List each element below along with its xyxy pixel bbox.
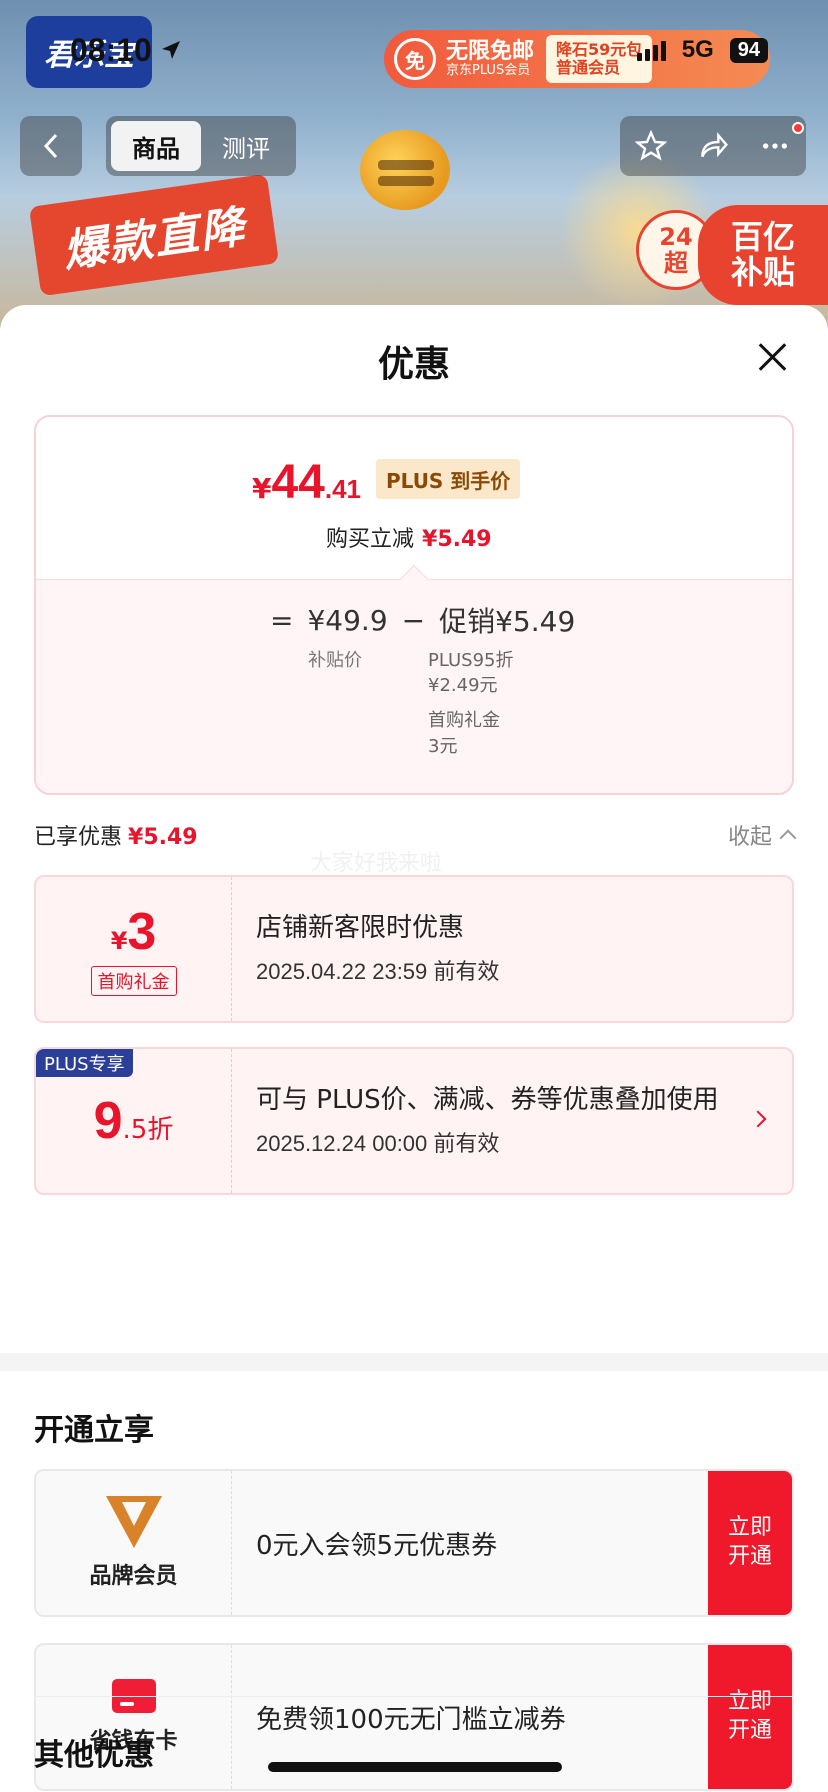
- subsidy-line2: 补贴: [730, 253, 795, 291]
- tab-review[interactable]: 测评: [201, 121, 291, 171]
- final-price: ¥ 44 .41: [252, 455, 361, 510]
- star-icon[interactable]: [635, 130, 667, 162]
- brand-member-card[interactable]: 品牌会员 0元入会领5元优惠券 立即开通: [34, 1469, 794, 1617]
- nav-tabs: 商品 测评: [106, 116, 296, 176]
- subsidy-badge-line1: 24: [659, 222, 693, 251]
- promo-item: PLUS95折 ¥2.49元: [428, 650, 514, 697]
- location-arrow-icon: [161, 41, 180, 59]
- coupon-title: 店铺新客限时优惠: [256, 913, 465, 944]
- open-now-button[interactable]: 立即开通: [708, 1471, 792, 1615]
- other-section-title: 其他优惠: [34, 1738, 154, 1773]
- subsidy-line1: 百亿: [730, 217, 795, 256]
- home-indicator[interactable]: [268, 1762, 562, 1772]
- promo-item: 首购礼金 3元: [428, 710, 500, 757]
- chevron-up-icon: [779, 829, 797, 847]
- billion-subsidy-tag: 百亿 补贴: [698, 205, 828, 305]
- sheet-title: 优惠: [377, 344, 450, 385]
- subsidy-price: ¥49.9: [307, 603, 388, 637]
- coupon-amount: ¥ 3: [110, 903, 157, 961]
- price-breakdown-card: ¥ 44 .41 PLUS 到手价 购买立减 ¥5.49 = ¥49.9 − 促销…: [34, 415, 794, 795]
- tab-product[interactable]: 商品: [111, 121, 201, 171]
- price-integer: 44: [271, 456, 325, 509]
- share-icon[interactable]: [697, 130, 729, 162]
- status-indicators: 5G 94: [636, 36, 768, 64]
- status-bar: 08:10 5G 94: [0, 0, 828, 100]
- plus-price-tag: PLUS 到手价: [376, 459, 521, 499]
- price-currency: ¥: [252, 472, 272, 505]
- open-now-button[interactable]: 立即开通: [708, 1645, 792, 1789]
- coupon-new-customer[interactable]: ¥ 3 首购礼金 店铺新客限时优惠 2025.04.22 23:59 前有效: [34, 875, 794, 1023]
- coupon-title: 可与 PLUS价、满减、券等优惠叠加使用: [256, 1085, 719, 1116]
- watermark: 大家好我来啦: [310, 851, 443, 876]
- network-type: 5G: [681, 36, 714, 63]
- coupon-amount: 9 .5折: [93, 1092, 174, 1150]
- subsidy-price-label: 补贴价: [308, 650, 362, 671]
- member-desc: 0元入会领5元优惠券: [256, 1530, 498, 1561]
- coupon-tag: 首购礼金: [90, 966, 177, 996]
- buy-reduce-value: ¥5.49: [422, 527, 492, 552]
- coupon-date: 2025.04.22 23:59 前有效: [256, 958, 500, 984]
- enjoyed-label: 已享优惠 ¥5.49: [34, 825, 198, 850]
- signal-icon: [636, 39, 666, 61]
- notification-dot: [792, 122, 804, 134]
- more-icon[interactable]: [759, 130, 791, 162]
- chevron-left-icon: [43, 133, 58, 159]
- time-text: 08:10: [70, 31, 152, 68]
- bee-mascot-icon: [360, 130, 450, 210]
- brand-member-icon: [105, 1496, 162, 1548]
- battery-icon: 94: [729, 37, 768, 63]
- equals-sign: =: [270, 603, 294, 637]
- subsidy-badge-line2: 超: [664, 249, 688, 277]
- price-decimal: .41: [324, 474, 362, 504]
- collapse-button[interactable]: 收起: [728, 819, 797, 851]
- buy-reduce: 购买立减 ¥5.49: [326, 521, 492, 553]
- buy-reduce-label: 购买立减: [326, 527, 415, 552]
- minus-sign: −: [401, 603, 426, 637]
- chevron-right-icon: [749, 1110, 767, 1128]
- coupon-date: 2025.12.24 00:00 前有效: [256, 1130, 500, 1156]
- enjoyed-value: ¥5.49: [128, 825, 198, 850]
- discount-sheet: 优惠 ¥ 44 .41 PLUS 到手价 购买立减 ¥5.49 = ¥49.9 −…: [0, 305, 828, 1792]
- open-section-title: 开通立享: [34, 1413, 154, 1448]
- status-time: 08:10: [70, 32, 182, 69]
- close-icon[interactable]: [752, 337, 792, 377]
- section-separator: [0, 1353, 828, 1371]
- divider: [34, 1696, 794, 1697]
- nav-actions: [620, 116, 806, 176]
- member-name: 品牌会员: [89, 1564, 178, 1589]
- coupon-plus-discount[interactable]: PLUS专享 9 .5折 可与 PLUS价、满减、券等优惠叠加使用 2025.1…: [34, 1047, 794, 1195]
- promo-total: 促销¥5.49: [439, 605, 576, 638]
- promo-detail-list: PLUS95折 ¥2.49元 首购礼金 3元: [428, 648, 514, 769]
- back-button[interactable]: [20, 116, 82, 176]
- price-equation: = ¥49.9 − 促销¥5.49: [270, 600, 575, 640]
- hot-deal-ribbon: 爆款直降: [28, 173, 280, 297]
